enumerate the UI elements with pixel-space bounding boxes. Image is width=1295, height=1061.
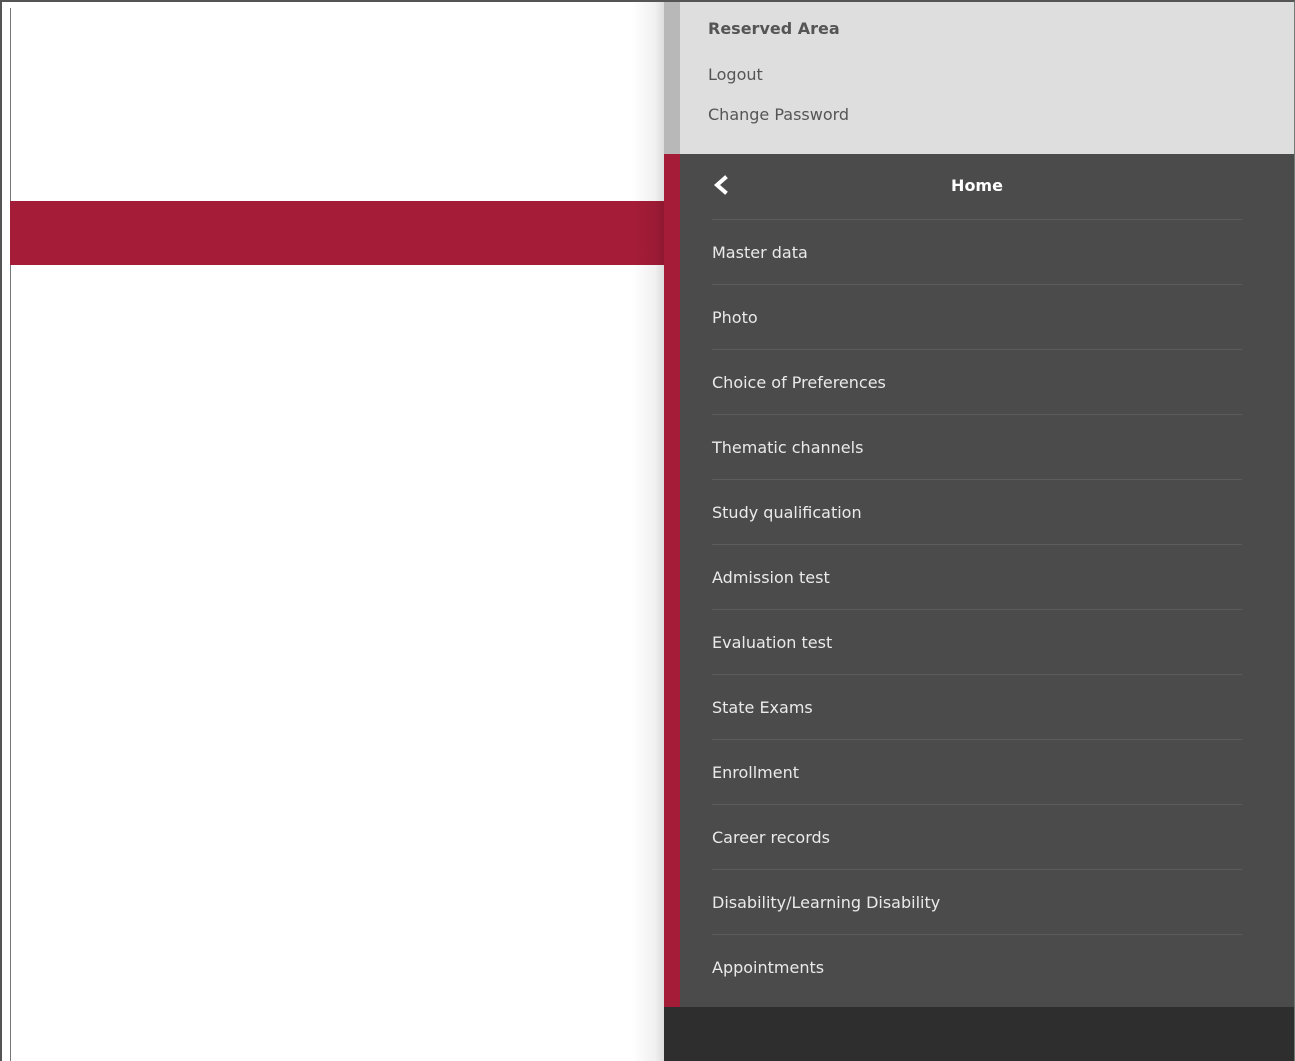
logout-link[interactable]: Logout: [708, 65, 763, 84]
menu-item-master-data[interactable]: Master data: [712, 220, 1242, 285]
change-password-link[interactable]: Change Password: [708, 105, 849, 124]
reserved-area-title: Reserved Area: [708, 19, 840, 38]
menu-item-thematic-channels[interactable]: Thematic channels: [712, 415, 1242, 480]
menu-item-state-exams[interactable]: State Exams: [712, 675, 1242, 740]
menu-item-choice-of-preferences[interactable]: Choice of Preferences: [712, 350, 1242, 415]
menu-item-evaluation-test[interactable]: Evaluation test: [712, 610, 1242, 675]
drawer-shadow: [632, 2, 665, 1061]
menu-accent-stripe: [664, 154, 680, 1007]
side-drawer: Reserved Area Logout Change Password Hom…: [664, 2, 1294, 1061]
menu-item-disability[interactable]: Disability/Learning Disability: [712, 870, 1242, 935]
menu-item-enrollment[interactable]: Enrollment: [712, 740, 1242, 805]
content-border: [10, 8, 11, 1061]
nav-menu: Home Master data Photo Choice of Prefere…: [664, 154, 1294, 1007]
menu-home-item[interactable]: Home: [712, 154, 1242, 220]
menu-home-label: Home: [951, 176, 1003, 195]
menu-list: Home Master data Photo Choice of Prefere…: [712, 154, 1242, 1000]
menu-item-study-qualification[interactable]: Study qualification: [712, 480, 1242, 545]
reserved-area: Reserved Area Logout Change Password: [664, 2, 1294, 154]
menu-item-photo[interactable]: Photo: [712, 285, 1242, 350]
header-band: [10, 201, 664, 265]
menu-item-admission-test[interactable]: Admission test: [712, 545, 1242, 610]
reserved-area-stripe: [664, 2, 680, 154]
page-content: [2, 2, 664, 1061]
menu-item-career-records[interactable]: Career records: [712, 805, 1242, 870]
menu-item-appointments[interactable]: Appointments: [712, 935, 1242, 1000]
browser-frame: Reserved Area Logout Change Password Hom…: [0, 0, 1295, 1061]
